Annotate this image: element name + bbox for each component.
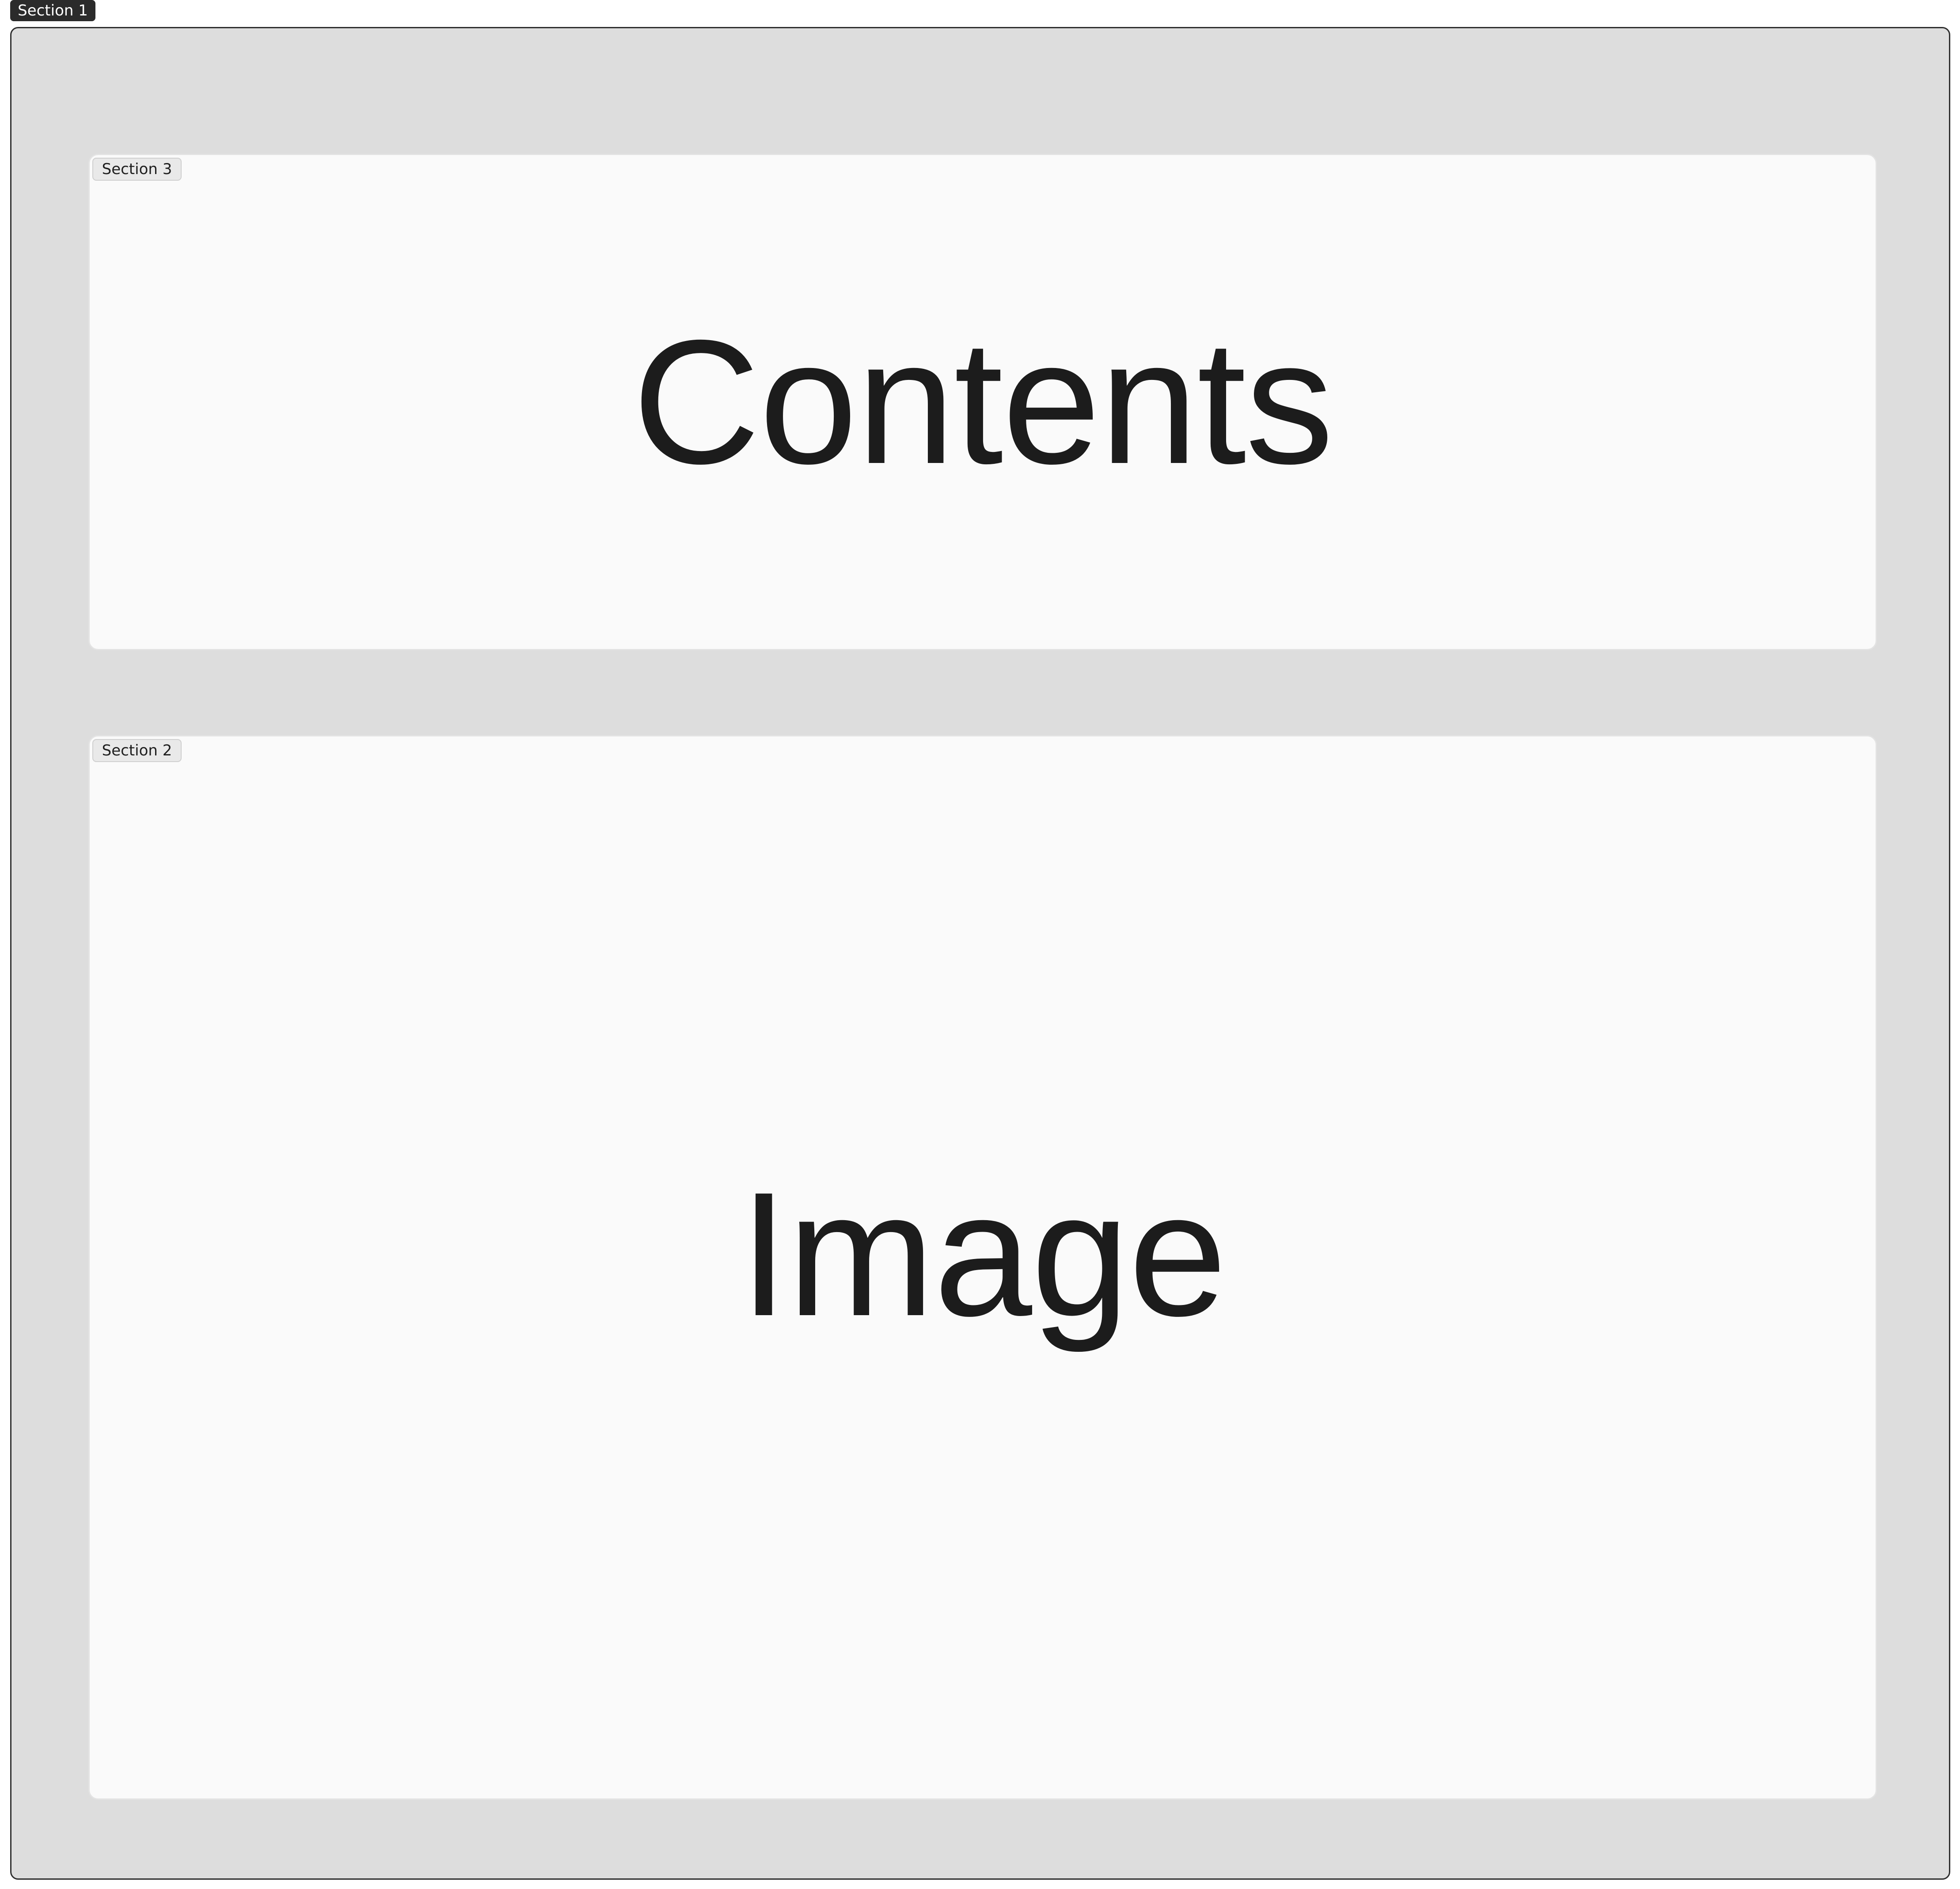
section-1-tag[interactable]: Section 1 (10, 0, 95, 21)
section-3-panel: Section 3 Contents (88, 154, 1877, 650)
section-2-panel: Section 2 Image (88, 735, 1877, 1800)
contents-label: Contents (632, 303, 1334, 501)
section-1-frame: Section 3 Contents Section 2 Image (10, 27, 1950, 1880)
image-label: Image (739, 1155, 1227, 1353)
section-3-tag[interactable]: Section 3 (92, 158, 182, 181)
section-2-tag[interactable]: Section 2 (92, 739, 182, 762)
page: Section 1 Section 3 Contents Section 2 I… (0, 0, 1960, 1889)
